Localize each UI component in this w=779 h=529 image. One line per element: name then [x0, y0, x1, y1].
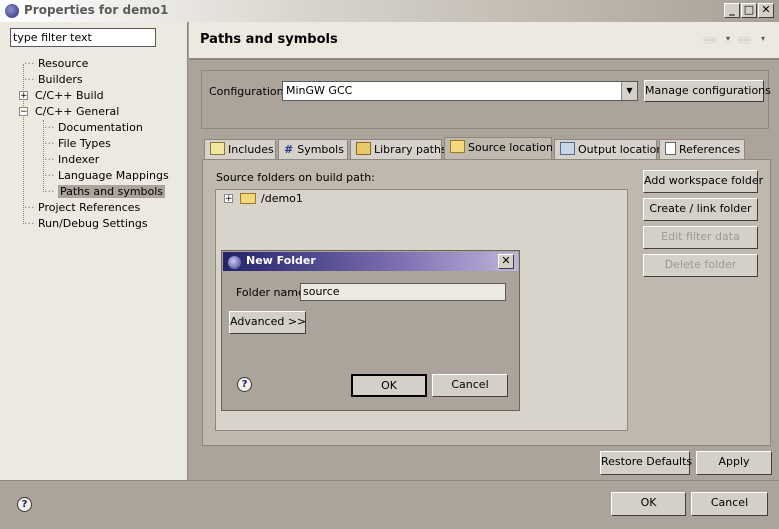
page-title: Paths and symbols — [200, 32, 338, 47]
edit-filter-data-button[interactable]: Edit filter data — [643, 226, 758, 249]
dropdown-chevron-icon[interactable]: ▼ — [621, 82, 637, 100]
tab-symbols[interactable]: # Symbols — [278, 139, 348, 159]
folder-name-label: Folder name: — [236, 286, 309, 299]
tab-library-paths[interactable]: Library paths — [350, 139, 447, 159]
symbols-hash-icon: # — [284, 143, 294, 156]
collapse-icon[interactable]: − — [19, 107, 28, 117]
tree-item-run-debug-settings[interactable]: Run/Debug Settings — [38, 217, 148, 230]
tab-source-location[interactable]: Source location — [444, 137, 553, 160]
eclipse-logo-icon — [228, 256, 241, 269]
eclipse-logo-icon — [5, 4, 19, 18]
tree-item-documentation[interactable]: Documentation — [58, 121, 143, 134]
tree-item-resource[interactable]: Resource — [38, 57, 88, 70]
source-folder-icon — [450, 140, 465, 153]
maximize-button[interactable]: □ — [741, 3, 757, 18]
folder-name-input[interactable]: source — [300, 283, 506, 301]
folder-icon — [240, 193, 256, 204]
apply-button[interactable]: Apply — [696, 451, 772, 475]
includes-icon — [210, 142, 225, 155]
bottom-divider — [0, 480, 779, 481]
forward-menu-chevron-icon[interactable]: ▾ — [761, 34, 765, 43]
tree-item-language-mappings[interactable]: Language Mappings — [58, 169, 169, 182]
expand-folder-icon[interactable]: + — [224, 194, 233, 204]
dialog-title: New Folder — [246, 254, 316, 267]
back-arrow-icon[interactable]: ⇦ — [703, 30, 716, 49]
help-icon[interactable]: ? — [237, 377, 252, 392]
tree-item-indexer[interactable]: Indexer — [58, 153, 99, 166]
window-title: Properties for demo1 — [24, 3, 169, 17]
add-workspace-folder-button[interactable]: Add workspace folder — [643, 170, 763, 193]
filter-input[interactable]: type filter text — [10, 28, 156, 47]
tree-item-project-references[interactable]: Project References — [38, 201, 140, 214]
tab-output-location[interactable]: Output location — [554, 139, 663, 159]
manage-configurations-button[interactable]: Manage configurations — [644, 80, 771, 102]
configuration-select-value: MinGW GCC — [286, 84, 353, 97]
advanced-button[interactable]: Advanced >> — [229, 311, 306, 334]
references-page-icon — [665, 142, 676, 155]
create-link-folder-button[interactable]: Create / link folder — [643, 198, 758, 221]
output-folder-icon — [560, 142, 575, 155]
restore-defaults-button[interactable]: Restore Defaults — [600, 451, 692, 475]
tree-item-paths-and-symbols[interactable]: Paths and symbols — [58, 185, 166, 198]
tab-includes[interactable]: Includes — [204, 139, 276, 159]
source-folder-item[interactable]: /demo1 — [261, 192, 303, 205]
help-icon[interactable]: ? — [17, 497, 32, 512]
library-folder-icon — [356, 142, 371, 155]
delete-folder-button[interactable]: Delete folder — [643, 254, 758, 277]
minimize-button[interactable]: _ — [724, 3, 740, 18]
back-menu-chevron-icon[interactable]: ▾ — [726, 34, 730, 43]
forward-arrow-icon[interactable]: ⇨ — [738, 30, 751, 49]
tab-references[interactable]: References — [659, 139, 745, 159]
ok-button[interactable]: OK — [611, 492, 686, 516]
dialog-ok-button[interactable]: OK — [351, 374, 427, 397]
configuration-select[interactable]: MinGW GCC ▼ — [282, 81, 638, 101]
dialog-close-button[interactable]: ✕ — [498, 254, 514, 269]
cancel-button[interactable]: Cancel — [691, 492, 768, 516]
dialog-cancel-button[interactable]: Cancel — [432, 374, 508, 397]
expand-icon[interactable]: + — [19, 91, 28, 101]
close-button[interactable]: ✕ — [758, 3, 774, 18]
tree-item-file-types[interactable]: File Types — [58, 137, 111, 150]
tree-item-cpp-general[interactable]: C/C++ General — [35, 105, 119, 118]
tree-item-cpp-build[interactable]: C/C++ Build — [35, 89, 104, 102]
tree-item-builders[interactable]: Builders — [38, 73, 83, 86]
configuration-label: Configuration: — [209, 85, 288, 98]
source-folders-heading: Source folders on build path: — [216, 171, 375, 184]
header-divider — [189, 58, 779, 60]
